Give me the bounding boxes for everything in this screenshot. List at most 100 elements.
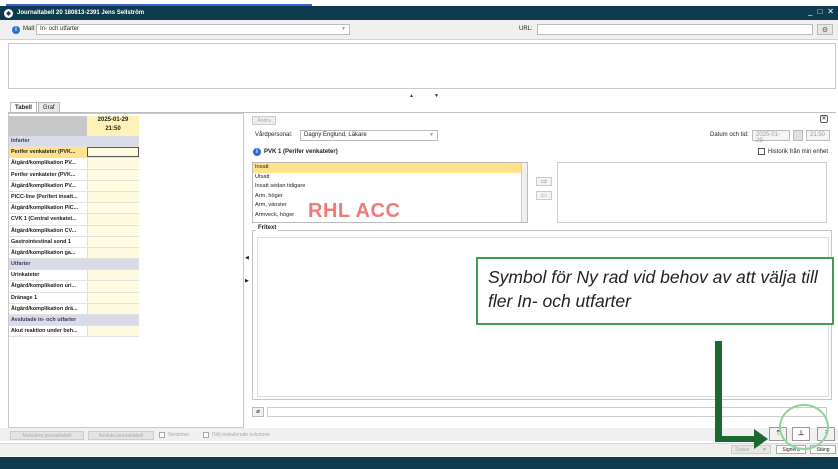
table-row[interactable]: Åtgärd/komplikation PIC... bbox=[9, 203, 139, 215]
historik-checkbox[interactable] bbox=[758, 148, 765, 155]
info-icon[interactable]: i bbox=[12, 26, 20, 34]
table-panel: 2025-01-29 21:50 Infarter Perifer venkate… bbox=[8, 113, 244, 428]
table-row[interactable]: Urinkateter bbox=[9, 270, 139, 282]
arrow-down-icon[interactable]: ▼ bbox=[434, 93, 439, 99]
maximize-button[interactable]: □ bbox=[817, 7, 822, 16]
row-label: Perifer venkateter (PVK... bbox=[11, 171, 76, 178]
scrollbar[interactable] bbox=[521, 163, 527, 222]
table-row[interactable]: Åtgärd/komplikation PV... bbox=[9, 180, 139, 192]
table-row[interactable]: CVK 1 (Central venkatet... bbox=[9, 214, 139, 226]
versioner-checkbox[interactable] bbox=[159, 432, 165, 438]
table-cell[interactable] bbox=[87, 147, 139, 158]
move-left-icon[interactable]: ⇦ bbox=[536, 191, 552, 200]
row-label: Åtgärd/komplikation drä... bbox=[11, 305, 78, 312]
close-icon[interactable]: ✕ bbox=[820, 115, 828, 123]
url-input[interactable] bbox=[537, 24, 813, 35]
annotation-arrow-stem bbox=[715, 341, 722, 442]
table-cell[interactable] bbox=[87, 158, 139, 169]
table-row[interactable]: Perifer venkateter (PVK... bbox=[9, 147, 139, 159]
expand-right-icon[interactable]: ▶ bbox=[245, 278, 249, 284]
datum-label: Datum och tid: bbox=[710, 132, 749, 138]
table-cell[interactable] bbox=[87, 326, 139, 337]
mall-select[interactable]: In- och utfarter ▼ bbox=[36, 24, 350, 35]
date-field[interactable]: 2025-01-29 bbox=[752, 130, 790, 144]
minimize-button[interactable]: _ bbox=[808, 7, 812, 16]
table-cell[interactable] bbox=[87, 292, 139, 303]
table-cell[interactable] bbox=[87, 281, 139, 292]
chevron-down-icon: ▼ bbox=[429, 132, 434, 138]
annotation-callout: Symbol för Ny rad vid behov av att välja… bbox=[476, 257, 834, 325]
table-row[interactable]: Perifer venkateter (PVK... bbox=[9, 169, 139, 181]
row-label: Akut reaktion under beh... bbox=[11, 328, 78, 335]
column-date: 2025-01-29 bbox=[97, 117, 129, 123]
title-bar: ◆ Journaltabell 20 180813-2391 Jens Sell… bbox=[0, 6, 838, 20]
vardpersonal-select[interactable]: Dagny Englund, Läkare ▼ bbox=[300, 130, 438, 141]
option-item[interactable]: Utsatt bbox=[253, 173, 527, 183]
template-row: i Mall: In- och utfarter ▼ URL: ⚙ bbox=[0, 20, 838, 40]
row-label: Åtgärd/komplikation PIC... bbox=[11, 205, 79, 212]
table-cell[interactable] bbox=[87, 191, 139, 203]
table-cell[interactable] bbox=[87, 203, 139, 214]
gear-icon[interactable]: ⚙ bbox=[817, 24, 833, 35]
row-label: Gastrointestinal sond 1 bbox=[11, 238, 71, 245]
table-row[interactable]: Åtgärd/komplikation uri... bbox=[9, 281, 139, 293]
row-label: Perifer venkateter (PVK... bbox=[9, 147, 87, 158]
info-icon[interactable]: i bbox=[253, 148, 261, 156]
table-cell[interactable] bbox=[87, 236, 139, 247]
header-text-area[interactable] bbox=[8, 43, 836, 89]
chevron-down-icon: ▼ bbox=[341, 26, 346, 32]
table-cell[interactable] bbox=[87, 169, 139, 180]
close-window-button[interactable]: ✕ bbox=[827, 7, 834, 16]
table-row[interactable]: Åtgärd/komplikation drä... bbox=[9, 303, 139, 315]
row-label: Åtgärd/komplikation CV... bbox=[11, 227, 77, 234]
move-right-icon[interactable]: ⇨ bbox=[536, 177, 552, 186]
row-label: Avslutade in- och utfarter bbox=[9, 315, 139, 326]
table-cell[interactable] bbox=[87, 303, 139, 314]
table-cell[interactable] bbox=[87, 225, 139, 236]
watermark: RHL ACC bbox=[308, 200, 401, 222]
table-group-row[interactable]: Utfarter bbox=[9, 259, 139, 271]
selected-options-list[interactable] bbox=[557, 162, 827, 223]
table-row[interactable]: PICC-line (Perifert insatt... bbox=[9, 191, 139, 204]
table-row[interactable]: Åtgärd/komplikation ga... bbox=[9, 247, 139, 260]
status-label: Status bbox=[735, 447, 750, 453]
table-rows: Infarter Perifer venkateter (PVK... Åtgärd… bbox=[9, 136, 139, 338]
window-title: Journaltabell 20 180813-2391 Jens Sellst… bbox=[17, 10, 145, 16]
option-item[interactable]: Insatt bbox=[253, 163, 527, 173]
andra-button[interactable]: Ändra bbox=[252, 116, 276, 125]
window-controls: _ □ ✕ bbox=[808, 7, 834, 16]
avsluta-button[interactable]: Avsluta journaltabell bbox=[88, 431, 154, 440]
annotation-arrow-arm bbox=[715, 436, 755, 442]
paperclip-icon[interactable]: ⌀ bbox=[252, 407, 264, 417]
arrow-up-icon[interactable]: ▲ bbox=[409, 93, 414, 99]
option-item[interactable]: Insatt sedan tidigare bbox=[253, 182, 527, 192]
row-label: Åtgärd/komplikation PV... bbox=[11, 182, 76, 189]
table-row[interactable]: Åtgärd/komplikation PV... bbox=[9, 158, 139, 170]
table-cell[interactable] bbox=[87, 214, 139, 225]
table-row[interactable]: Dränage 1 bbox=[9, 292, 139, 304]
table-cell[interactable] bbox=[87, 270, 139, 281]
table-group-row[interactable]: Avslutade in- och utfarter bbox=[9, 315, 139, 327]
row-label: Dränage 1 bbox=[11, 294, 38, 301]
mall-select-value: In- och utfarter bbox=[40, 26, 80, 32]
splitter-arrows[interactable]: ▲ ▼ bbox=[409, 93, 439, 99]
table-cell[interactable] bbox=[87, 247, 139, 259]
table-group-row[interactable]: Infarter bbox=[9, 136, 139, 148]
collapse-left-icon[interactable]: ◀ bbox=[245, 255, 249, 261]
column-header-date[interactable]: 2025-01-29 21:50 bbox=[87, 116, 139, 136]
calendar-icon[interactable] bbox=[793, 130, 803, 141]
table-row[interactable]: Akut reaktion under beh... bbox=[9, 326, 139, 338]
attachment-field[interactable] bbox=[267, 407, 827, 417]
row-label: PICC-line (Perifert insatt... bbox=[11, 193, 78, 200]
time-field[interactable]: 21:50 bbox=[806, 130, 830, 141]
dolj-checkbox[interactable] bbox=[203, 432, 209, 438]
annotation-arrow-head bbox=[754, 429, 768, 449]
historik-label: Historik från min enhet bbox=[768, 149, 829, 155]
makulera-button[interactable]: Makulera journaltabell bbox=[10, 431, 84, 440]
fritext-label: Fritext bbox=[256, 225, 279, 231]
vardpersonal-value: Dagny Englund, Läkare bbox=[304, 132, 367, 138]
row-label: Infarter bbox=[9, 136, 139, 147]
table-row[interactable]: Gastrointestinal sond 1 bbox=[9, 236, 139, 248]
table-row[interactable]: Åtgärd/komplikation CV... bbox=[9, 225, 139, 237]
table-cell[interactable] bbox=[87, 180, 139, 191]
